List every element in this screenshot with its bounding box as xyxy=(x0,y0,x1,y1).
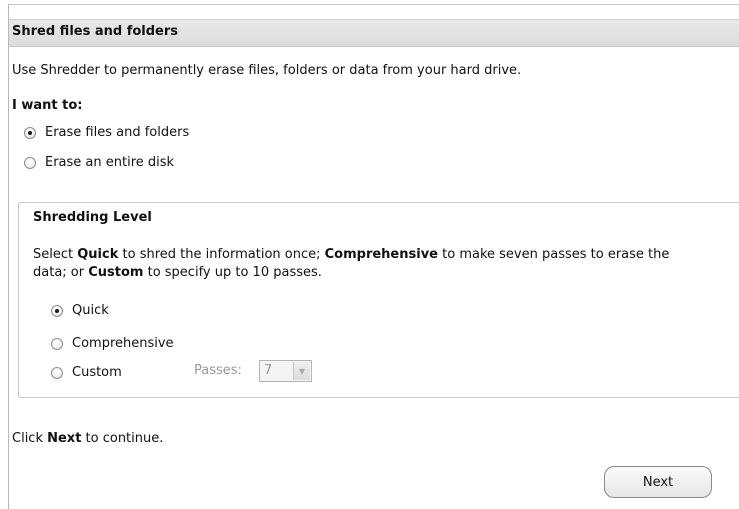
shredding-level-group: Shredding Level Select Quick to shred th… xyxy=(18,202,739,398)
radio-unselected-icon[interactable] xyxy=(51,337,63,350)
radio-erase-files-and-folders[interactable]: Erase files and folders xyxy=(24,125,189,140)
radio-selected-icon[interactable] xyxy=(51,304,63,317)
shredding-level-description: Select Quick to shred the information on… xyxy=(33,246,673,282)
radio-label: Custom xyxy=(72,365,122,380)
text-fragment: Click xyxy=(12,431,48,446)
i-want-to-label: I want to: xyxy=(12,98,83,113)
radio-label: Erase an entire disk xyxy=(45,155,175,170)
radio-unselected-icon[interactable] xyxy=(51,366,63,379)
text-bold-comprehensive: Comprehensive xyxy=(324,247,438,262)
text-bold-next: Next xyxy=(47,431,82,446)
passes-value: 7 xyxy=(264,363,273,378)
radio-label: Quick xyxy=(72,303,109,318)
radio-selected-icon[interactable] xyxy=(24,126,36,139)
passes-label: Passes: xyxy=(194,363,242,378)
text-fragment: to shred the information once; xyxy=(118,247,325,262)
shred-panel: Shred files and folders Use Shredder to … xyxy=(8,4,739,509)
text-bold-quick: Quick xyxy=(77,247,119,262)
radio-label: Erase files and folders xyxy=(45,125,190,140)
page-title: Shred files and folders xyxy=(12,24,179,39)
continue-instruction: Click Next to continue. xyxy=(12,431,163,446)
radio-label: Comprehensive xyxy=(72,336,174,351)
radio-erase-entire-disk[interactable]: Erase an entire disk xyxy=(24,155,174,170)
text-fragment: Select xyxy=(33,247,78,262)
next-button[interactable]: Next xyxy=(604,466,712,498)
text-fragment: to specify up to 10 passes. xyxy=(143,265,322,280)
text-bold-custom: Custom xyxy=(88,265,144,280)
radio-comprehensive[interactable]: Comprehensive xyxy=(51,336,174,351)
radio-custom[interactable]: Custom xyxy=(51,365,122,380)
passes-dropdown[interactable]: 7 ▼ xyxy=(259,360,312,382)
text-fragment: to continue. xyxy=(81,431,164,446)
description-text: Use Shredder to permanently erase files,… xyxy=(12,63,522,78)
radio-unselected-icon[interactable] xyxy=(24,156,36,169)
radio-quick[interactable]: Quick xyxy=(51,303,109,318)
section-header: Shred files and folders xyxy=(9,19,739,47)
shredding-level-title: Shredding Level xyxy=(33,210,152,225)
chevron-down-icon[interactable]: ▼ xyxy=(293,362,310,380)
